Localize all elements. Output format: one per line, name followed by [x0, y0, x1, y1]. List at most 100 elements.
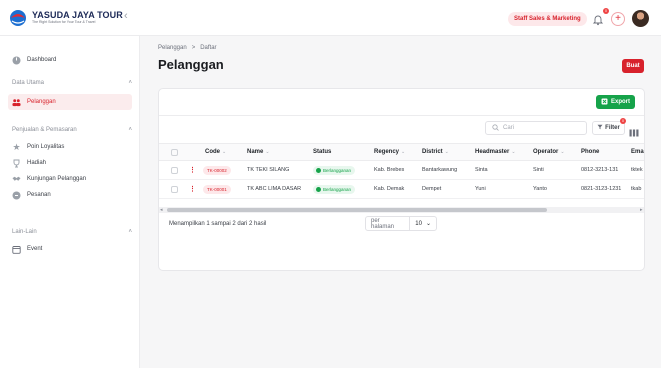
sort-icon: ⌄	[222, 149, 227, 155]
cell-name: TK ABC LIMA DASAR	[247, 186, 302, 192]
sidebar-group-lain-lain[interactable]: Lain-Lain ˄	[12, 229, 132, 235]
sort-icon: ⌄	[401, 149, 406, 155]
column-header-email[interactable]: Ema	[631, 149, 644, 155]
calendar-icon	[12, 245, 21, 254]
cell-district: Bantarkawung	[422, 167, 458, 173]
column-header-code[interactable]: Code ⌄	[205, 149, 226, 155]
sidebar-item-label: Dashboard	[27, 57, 57, 63]
filter-label: Filter	[605, 125, 620, 131]
code-badge[interactable]: TK-00002	[203, 166, 231, 175]
row-actions-icon[interactable]: ⋮	[189, 185, 196, 193]
sort-icon: ⌄	[265, 149, 270, 155]
table-row[interactable]: ⋮ TK-00002 TK TEKI SILANG Berlangganan K…	[159, 162, 644, 180]
chevron-down-icon: ⌄	[425, 221, 431, 227]
column-header-status[interactable]: Status	[313, 149, 331, 155]
breadcrumb-parent[interactable]: Pelanggan	[158, 45, 187, 51]
avatar[interactable]	[632, 10, 649, 27]
sidebar-item-label: Kunjungan Pelanggan	[27, 176, 87, 182]
sidebar-group-label: Data Utama	[12, 80, 45, 86]
order-icon	[12, 191, 21, 200]
brand-logo[interactable]: YASUDA JAYA TOUR The Right Solution for …	[8, 8, 123, 28]
quick-add-button[interactable]: +	[611, 12, 625, 26]
cell-regency: Kab. Demak	[374, 186, 405, 192]
search-icon	[492, 123, 499, 133]
filter-icon	[597, 124, 603, 132]
sidebar-group-label: Penjualan & Pemasaran	[12, 127, 77, 133]
column-header-district[interactable]: District ⌄	[422, 149, 449, 155]
sidebar-item-poin-loyalitas[interactable]: ★ Poin Loyalitas	[8, 139, 132, 155]
chevron-up-icon: ˄	[128, 127, 132, 133]
collapse-sidebar-icon[interactable]: ‹	[124, 10, 128, 22]
column-header-name[interactable]: Name ⌄	[247, 149, 270, 155]
cell-name: TK TEKI SILANG	[247, 167, 290, 173]
cell-district: Dempet	[422, 186, 442, 192]
cell-headmaster: Sinta	[475, 167, 488, 173]
sidebar-item-dashboard[interactable]: Dashboard	[8, 52, 132, 68]
sidebar-group-label: Lain-Lain	[12, 229, 37, 235]
handshake-icon	[12, 175, 21, 184]
scroll-right-icon[interactable]: ▸	[640, 207, 643, 213]
status-badge: Berlangganan	[313, 185, 356, 194]
sidebar-item-pelanggan[interactable]: Pelanggan	[8, 94, 132, 110]
row-actions-icon[interactable]: ⋮	[189, 166, 196, 174]
notification-badge: 0	[603, 8, 609, 14]
role-badge[interactable]: Staff Sales & Marketing	[508, 12, 587, 26]
column-header-regency[interactable]: Regency ⌄	[374, 149, 405, 155]
search-input[interactable]: Cari	[485, 121, 587, 135]
row-checkbox[interactable]	[171, 167, 178, 174]
chevron-up-icon: ˄	[128, 80, 132, 86]
cell-phone: 0812-3213-131	[581, 167, 619, 173]
sidebar-item-pesanan[interactable]: Pesanan	[8, 187, 132, 203]
column-header-phone[interactable]: Phone	[581, 149, 599, 155]
sidebar-item-hadiah[interactable]: Hadiah	[8, 155, 132, 171]
columns-toggle-icon[interactable]	[629, 124, 639, 137]
cell-regency: Kab. Brebes	[374, 167, 405, 173]
code-badge[interactable]: TK-00001	[203, 185, 231, 194]
row-checkbox[interactable]	[171, 186, 178, 193]
bell-icon[interactable]	[592, 13, 604, 26]
sidebar-item-event[interactable]: Event	[8, 241, 132, 257]
sort-icon: ⌄	[560, 149, 565, 155]
per-page-label: per halaman	[366, 217, 411, 230]
pagination-summary: Menampilkan 1 sampai 2 dari 2 hasil	[169, 221, 267, 227]
sort-icon: ⌄	[444, 149, 449, 155]
column-header-operator[interactable]: Operator ⌄	[533, 149, 565, 155]
search-placeholder: Cari	[503, 125, 515, 131]
chevron-up-icon: ˄	[128, 229, 132, 235]
table-header: Code ⌄ Name ⌄ Status Regency ⌄ District ⌄ He…	[159, 143, 644, 161]
export-label: Export	[610, 99, 630, 105]
column-header-headmaster[interactable]: Headmaster ⌄	[475, 149, 516, 155]
select-all-checkbox[interactable]	[171, 149, 178, 156]
sidebar-item-kunjungan[interactable]: Kunjungan Pelanggan	[8, 171, 132, 187]
sort-icon: ⌄	[511, 149, 516, 155]
status-dot-icon	[316, 168, 321, 173]
cell-phone: 0821-3123-1231	[581, 186, 622, 192]
brand-subtitle: The Right Solution for Your Tour & Trave…	[32, 20, 96, 25]
horizontal-scrollbar[interactable]: ◂ ▸	[159, 207, 644, 213]
create-button[interactable]: Buat	[622, 59, 644, 73]
cell-operator: Sinti	[533, 167, 544, 173]
cell-email: tkab	[631, 186, 642, 192]
per-page-value[interactable]: 10 ⌄	[410, 220, 436, 228]
scrollbar-thumb[interactable]	[167, 208, 547, 212]
sidebar-item-label: Pesanan	[27, 192, 51, 198]
sidebar-group-data-utama[interactable]: Data Utama ˄	[12, 80, 132, 86]
status-dot-icon	[316, 187, 321, 192]
breadcrumb-current: Daftar	[200, 45, 217, 51]
excel-icon	[601, 98, 608, 107]
users-icon	[12, 98, 21, 107]
breadcrumb: Pelanggan > Daftar	[158, 45, 217, 51]
filter-count-badge: 0	[620, 118, 626, 124]
scroll-left-icon[interactable]: ◂	[160, 207, 163, 213]
sidebar-item-label: Event	[27, 246, 43, 252]
sidebar-item-label: Poin Loyalitas	[27, 144, 65, 150]
breadcrumb-separator: >	[191, 45, 196, 51]
trophy-icon	[12, 159, 21, 168]
table-row[interactable]: ⋮ TK-00001 TK ABC LIMA DASAR Berlanggana…	[159, 181, 644, 199]
cell-email: tktek	[631, 167, 643, 173]
sidebar-item-label: Pelanggan	[27, 99, 56, 105]
status-badge: Berlangganan	[313, 166, 356, 175]
per-page-select[interactable]: per halaman 10 ⌄	[365, 216, 437, 231]
sidebar-group-penjualan[interactable]: Penjualan & Pemasaran ˄	[12, 127, 132, 133]
export-button[interactable]: Export	[596, 95, 635, 109]
